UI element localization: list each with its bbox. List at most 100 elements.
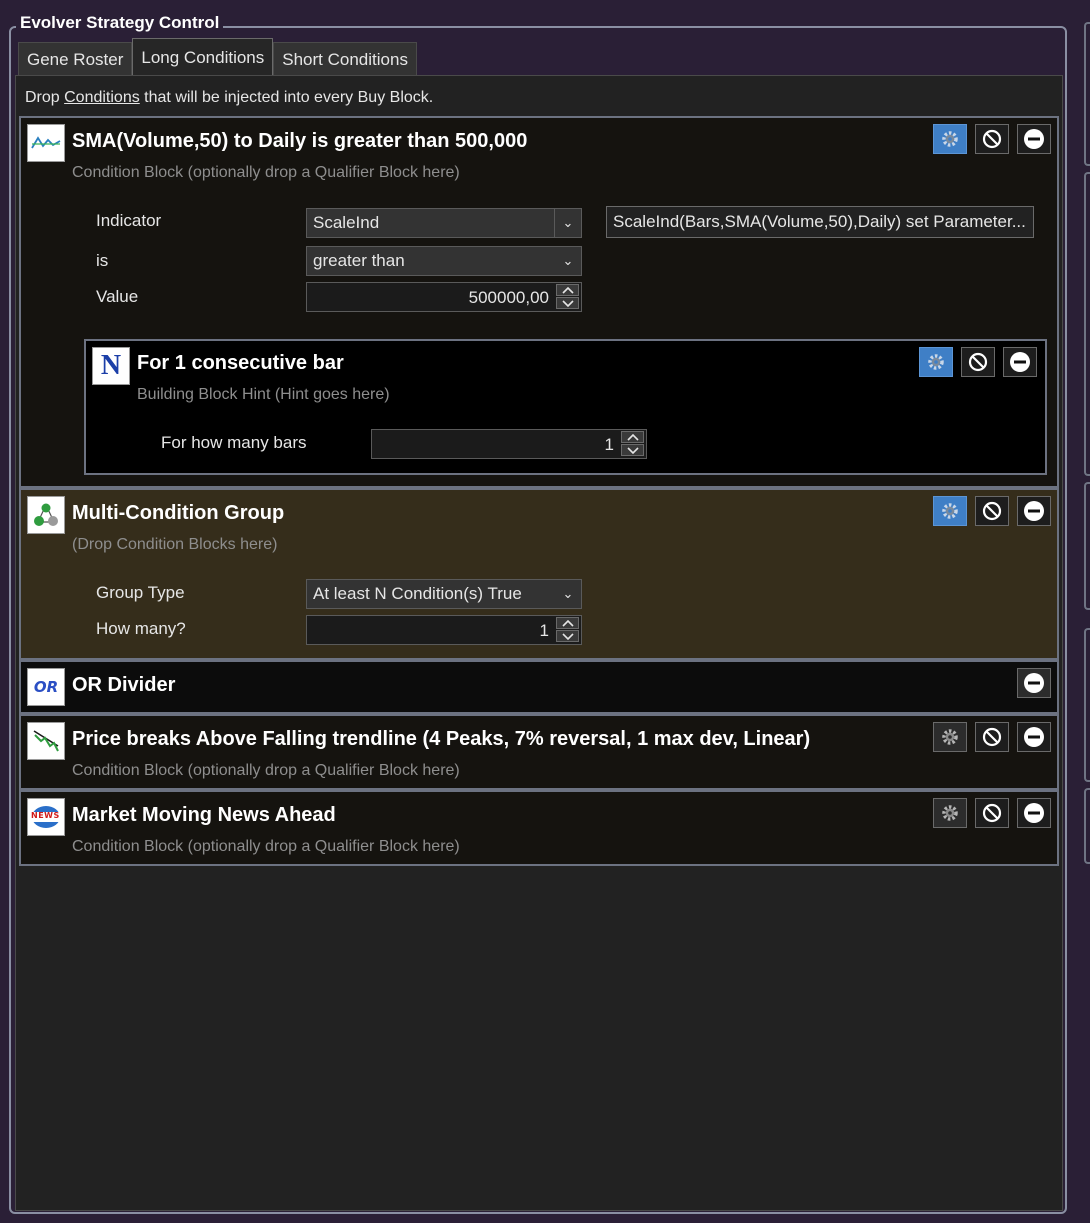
side-panel-edge (1084, 22, 1090, 166)
block-subtitle: Condition Block (optionally drop a Quali… (72, 762, 460, 779)
consecutive-bar-qualifier-block[interactable]: N For 1 consecutive bar Building Block H… (84, 339, 1047, 475)
remove-button[interactable] (1017, 668, 1051, 698)
group-type-select[interactable]: At least N Condition(s) True ⌄ (306, 579, 582, 609)
prohibit-icon (968, 352, 988, 372)
indicator-value: ScaleInd (313, 213, 380, 232)
gear-icon (942, 729, 958, 745)
sma-condition-block[interactable]: SMA(Volume,50) to Daily is greater than … (19, 116, 1059, 488)
caret-up-icon (626, 433, 639, 441)
chevron-down-icon: ⌄ (562, 586, 574, 601)
caret-down-icon (561, 299, 574, 307)
hint-suffix: that will be injected into every Buy Blo… (139, 89, 434, 106)
n-letter-icon: N (92, 347, 130, 385)
group-type-label: Group Type (96, 583, 185, 602)
icon-letter: NEWS (31, 811, 60, 820)
how-many-value: 1 (539, 621, 549, 640)
disable-button[interactable] (975, 798, 1009, 828)
side-panel-edge (1084, 788, 1090, 864)
prohibit-icon (982, 803, 1002, 823)
group-type-value: At least N Condition(s) True (313, 584, 522, 603)
drop-hint: Drop Conditions that will be injected in… (25, 89, 433, 107)
block-subtitle: Building Block Hint (Hint goes here) (137, 386, 390, 403)
block-title: SMA(Volume,50) to Daily is greater than … (72, 130, 528, 152)
caret-up-icon (561, 286, 574, 294)
tab-gene-roster[interactable]: Gene Roster (18, 42, 133, 76)
prohibit-icon (982, 501, 1002, 521)
prohibit-icon (982, 129, 1002, 149)
block-subtitle: (Drop Condition Blocks here) (72, 536, 278, 553)
remove-button[interactable] (1003, 347, 1037, 377)
minus-circle-icon (1024, 129, 1044, 149)
sma-line-icon (27, 124, 65, 162)
side-panel-edge (1084, 628, 1090, 782)
chevron-down-icon: ⌄ (562, 253, 574, 268)
spin-down-button[interactable] (556, 297, 579, 309)
trendline-condition-block[interactable]: Price breaks Above Falling trendline (4 … (19, 714, 1059, 790)
tab-short-conditions[interactable]: Short Conditions (273, 42, 417, 76)
comparison-select[interactable]: greater than ⌄ (306, 246, 582, 276)
how-many-label: How many? (96, 619, 186, 638)
block-title: Market Moving News Ahead (72, 804, 336, 826)
block-subtitle: Condition Block (optionally drop a Quali… (72, 838, 460, 855)
remove-button[interactable] (1017, 496, 1051, 526)
is-label: is (96, 251, 109, 270)
settings-button[interactable] (933, 124, 967, 154)
minus-circle-icon (1024, 727, 1044, 747)
chevron-down-icon: ⌄ (554, 209, 581, 237)
value-spinbox[interactable]: 500000,00 (306, 282, 582, 312)
disable-button[interactable] (961, 347, 995, 377)
spin-up-button[interactable] (621, 431, 644, 443)
disable-button[interactable] (975, 722, 1009, 752)
settings-button[interactable] (933, 798, 967, 828)
gear-icon (942, 805, 958, 821)
tab-long-conditions[interactable]: Long Conditions (132, 38, 274, 76)
minus-circle-icon (1024, 673, 1044, 693)
bars-spinbox[interactable]: 1 (371, 429, 647, 459)
spin-up-button[interactable] (556, 617, 579, 629)
block-subtitle: Condition Block (optionally drop a Quali… (72, 164, 460, 181)
bars-label: For how many bars (161, 433, 307, 452)
block-title: Multi-Condition Group (72, 502, 285, 524)
market-news-condition-block[interactable]: NEWS Market Moving News Ahead Condition … (19, 790, 1059, 866)
remove-button[interactable] (1017, 124, 1051, 154)
remove-button[interactable] (1017, 798, 1051, 828)
gear-icon (942, 503, 958, 519)
block-title: Price breaks Above Falling trendline (4 … (72, 728, 811, 750)
spin-down-button[interactable] (621, 444, 644, 456)
comparison-value: greater than (313, 251, 405, 270)
prohibit-icon (982, 727, 1002, 747)
settings-button[interactable] (933, 496, 967, 526)
how-many-spinbox[interactable]: 1 (306, 615, 582, 645)
indicator-select[interactable]: ScaleInd ⌄ (306, 208, 582, 238)
conditions-link[interactable]: Conditions (64, 89, 140, 106)
indicator-expression-field[interactable]: ScaleInd(Bars,SMA(Volume,50),Daily) set … (606, 206, 1034, 238)
trendline-icon (27, 722, 65, 760)
caret-down-icon (561, 632, 574, 640)
value-value: 500000,00 (468, 288, 549, 307)
disable-button[interactable] (975, 124, 1009, 154)
tab-strip: Gene Roster Long Conditions Short Condit… (18, 38, 417, 76)
multi-condition-group-block[interactable]: Multi-Condition Group (Drop Condition Bl… (19, 488, 1059, 660)
or-divider-block[interactable]: OR OR Divider (19, 660, 1059, 714)
block-title: For 1 consecutive bar (137, 352, 344, 374)
icon-letter: OR (33, 678, 59, 696)
caret-down-icon (626, 446, 639, 454)
icon-letter: N (100, 350, 122, 381)
disable-button[interactable] (975, 496, 1009, 526)
news-icon: NEWS (27, 798, 65, 836)
spin-down-button[interactable] (556, 630, 579, 642)
indicator-label: Indicator (96, 211, 162, 230)
minus-circle-icon (1024, 803, 1044, 823)
spin-up-button[interactable] (556, 284, 579, 296)
gear-icon (928, 354, 944, 370)
remove-button[interactable] (1017, 722, 1051, 752)
block-title: OR Divider (72, 674, 176, 696)
or-icon: OR (27, 668, 65, 706)
settings-button[interactable] (933, 722, 967, 752)
group-circles-icon (27, 496, 65, 534)
settings-button[interactable] (919, 347, 953, 377)
side-panel-edge (1084, 482, 1090, 610)
window-title: Evolver Strategy Control (16, 13, 224, 33)
value-label: Value (96, 287, 139, 306)
bars-value: 1 (604, 435, 614, 454)
